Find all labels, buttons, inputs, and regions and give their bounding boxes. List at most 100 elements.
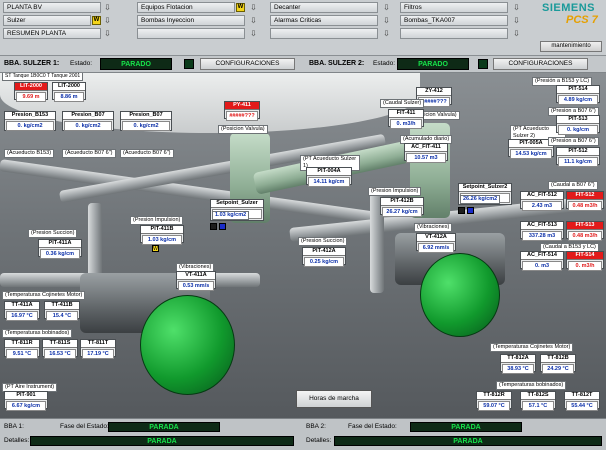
tag-tt812s[interactable]: TT-812S 57.1 °C bbox=[520, 391, 556, 411]
label-presion-succion-2: (Presion Succion) bbox=[298, 237, 348, 246]
bba2-config-button[interactable]: CONFIGURACIONES bbox=[493, 58, 588, 70]
tag-tt812t[interactable]: TT-812T 55.44 °C bbox=[564, 391, 600, 411]
tag-fit514[interactable]: FIT-514 0. m3/h bbox=[566, 251, 604, 271]
tag-tt411a[interactable]: TT-411A 16.97 °C bbox=[4, 301, 40, 321]
label-presion-impulsion-2: (Presion Impulsion) bbox=[368, 187, 422, 196]
nav-bombas-tka007[interactable]: Bombas_TKA007 bbox=[400, 15, 508, 26]
label-presion-succion-1: (Presion Succion) bbox=[28, 229, 78, 238]
arrow-down-icon[interactable]: ⇩ bbox=[512, 3, 521, 12]
tag-pit412b[interactable]: PIT-412B 26.27 kg/cm bbox=[380, 197, 424, 217]
arrow-down-icon[interactable]: ⇩ bbox=[249, 16, 258, 25]
arrow-down-icon[interactable]: ⇩ bbox=[382, 29, 391, 38]
label-acueducto-b153: (Acueducto B153) bbox=[4, 149, 55, 158]
label-temp-bobinados-1: (Temperaturas bobinados) bbox=[2, 329, 73, 338]
tag-pit411b[interactable]: PIT-411B 1.03 kg/cm bbox=[140, 225, 184, 245]
tag-pit514[interactable]: PIT-514 4.89 kg/cm bbox=[556, 85, 600, 105]
tag-acfit514[interactable]: AC_FIT-514 0. m3 bbox=[520, 251, 564, 271]
tag-vt412a[interactable]: VT-412A 6.92 mm/s bbox=[416, 233, 456, 253]
tag-presion-b07b[interactable]: Presion_B07 0. kg/cm2 bbox=[120, 111, 172, 131]
mode-m-icon[interactable] bbox=[210, 223, 217, 230]
tag-py411[interactable]: PY-411 #####??? bbox=[224, 101, 260, 121]
nav-resumen-planta[interactable]: RESUMEN PLANTA bbox=[3, 28, 101, 39]
arrow-down-icon[interactable]: ⇩ bbox=[382, 3, 391, 12]
warning-icon: W bbox=[92, 16, 101, 25]
tag-presion-b07[interactable]: Presion_B07 0. kg/cm2 bbox=[62, 111, 114, 131]
label-temp-cojinetes-2: (Temperaturas Cojinetes Motor) bbox=[490, 343, 574, 352]
nav-sulzer[interactable]: Sulzer bbox=[3, 15, 91, 26]
label-vibraciones-2: (Vibraciones) bbox=[414, 223, 453, 232]
setpoint1-pressure: 1.03 kg/cm2 bbox=[212, 211, 250, 220]
bba1-bottom-label: BBA 1: bbox=[4, 423, 24, 430]
arrow-down-icon[interactable]: ⇩ bbox=[103, 16, 112, 25]
tag-lit2000[interactable]: LIT-2000 9.69 m bbox=[14, 82, 48, 102]
nav-bombas-inyeccion[interactable]: Bombas Inyeccion bbox=[137, 15, 245, 26]
tag-acfit513[interactable]: AC_FIT-513 337.28 m3 bbox=[520, 221, 564, 241]
label-presion-impulsion-1: (Presion Impulsion) bbox=[130, 216, 184, 225]
bba1-config-button[interactable]: CONFIGURACIONES bbox=[200, 58, 295, 70]
setpoint2-pressure: 26.26 kg/cm2 bbox=[460, 195, 501, 204]
tag-acfit411[interactable]: AC_FIT-411 10.57 m3 bbox=[404, 143, 448, 163]
tag-tt411b[interactable]: TT-411B 15.4 °C bbox=[44, 301, 80, 321]
tag-tt811r[interactable]: TT-811R 9.51 °C bbox=[4, 339, 40, 359]
bba1-estado-value: PARADO bbox=[100, 58, 172, 70]
bba1-title: BBA. SULZER 1: bbox=[4, 60, 60, 67]
nav-empty-4[interactable] bbox=[400, 28, 508, 39]
pump1-motor[interactable] bbox=[140, 295, 235, 395]
nav-empty-2[interactable] bbox=[137, 28, 245, 39]
top-navigation: PLANTA BV Sulzer W RESUMEN PLANTA ⇩ ⇩ ⇩ … bbox=[0, 0, 606, 56]
arrow-down-icon[interactable]: ⇩ bbox=[103, 3, 112, 12]
bba1-estado-label: Estado: bbox=[70, 60, 93, 67]
bba2-detalles-label: Detalles: bbox=[306, 437, 332, 444]
tag-acfit512[interactable]: AC_FIT-512 2.43 m3 bbox=[520, 191, 564, 211]
tag-tt811t[interactable]: TT-811T 17.19 °C bbox=[80, 339, 116, 359]
label-acueducto-b07b: (Acueducto B07 6") bbox=[120, 149, 174, 158]
tag-pit901[interactable]: PIT-901 6.67 kg/cm bbox=[4, 391, 48, 411]
mode-e-icon[interactable] bbox=[219, 223, 226, 230]
label-caudal-b07: (Caudal a B07 6") bbox=[548, 181, 598, 190]
mode-m-icon[interactable] bbox=[458, 207, 465, 214]
tag-fit512[interactable]: FIT-512 0.48 m3/h bbox=[566, 191, 604, 211]
tag-tt812a[interactable]: TT-812A 38.93 °C bbox=[500, 354, 536, 374]
bba2-title: BBA. SULZER 2: bbox=[309, 60, 365, 67]
bba2-fase-label: Fase del Estado: bbox=[348, 423, 397, 430]
tag-fit513[interactable]: FIT-513 0.48 m3/h bbox=[566, 221, 604, 241]
arrow-down-icon[interactable]: ⇩ bbox=[512, 16, 521, 25]
nav-alarmas-criticas[interactable]: Alarmas Criticas bbox=[270, 15, 378, 26]
bba1-fase-label: Fase del Estado: bbox=[60, 423, 109, 430]
tag-tt812b[interactable]: TT-812B 24.29 °C bbox=[540, 354, 576, 374]
arrow-down-icon[interactable]: ⇩ bbox=[103, 29, 112, 38]
tag-lit2000b[interactable]: LIT-2000 8.86 m bbox=[52, 82, 86, 102]
arrow-down-icon[interactable]: ⇩ bbox=[249, 29, 258, 38]
nav-empty-3[interactable] bbox=[270, 28, 378, 39]
arrow-down-icon[interactable]: ⇩ bbox=[512, 29, 521, 38]
arrow-down-icon[interactable]: ⇩ bbox=[382, 16, 391, 25]
pump2-motor[interactable] bbox=[420, 253, 500, 337]
label-temp-cojinetes-1: (Temperaturas Cojinetes Motor) bbox=[2, 291, 86, 300]
warning-icon: W bbox=[236, 3, 245, 12]
nav-planta-bv[interactable]: PLANTA BV bbox=[3, 2, 101, 13]
pump-status-strip: BBA. SULZER 1: Estado: PARADO CONFIGURAC… bbox=[0, 56, 606, 73]
horas-de-marcha-button[interactable]: Horas de marcha bbox=[296, 390, 372, 408]
process-graphic: ST Tanque 1B0C0 T Tanque 2001 LIT-2000 9.… bbox=[0, 73, 606, 418]
bba1-faceplate-icon[interactable] bbox=[184, 59, 194, 69]
mode-e-icon[interactable] bbox=[467, 207, 474, 214]
bba2-fase-value: PARADA bbox=[410, 422, 522, 432]
tag-tt812r[interactable]: TT-812R 59.07 °C bbox=[476, 391, 512, 411]
tag-tt811s[interactable]: TT-811S 16.53 °C bbox=[42, 339, 78, 359]
tag-fit411[interactable]: FIT-411 0. m3/h bbox=[388, 109, 424, 129]
tag-pit412a[interactable]: PIT-412A 0.25 kg/cm bbox=[302, 247, 346, 267]
nav-filtros[interactable]: Filtros bbox=[400, 2, 508, 13]
bba2-faceplate-icon[interactable] bbox=[478, 59, 488, 69]
tag-presion-b153[interactable]: Presion_B153 0. kg/cm2 bbox=[4, 111, 56, 131]
tag-pit004a[interactable]: PIT-004A 14.11 kg/cm bbox=[306, 167, 352, 187]
nav-equipos-flotacion[interactable]: Equipos Flotacion bbox=[137, 2, 235, 13]
maintenance-button[interactable]: mantenimiento bbox=[540, 41, 602, 52]
tag-pit512[interactable]: PIT-512 11.1 kg/cm bbox=[556, 147, 600, 167]
tag-pit411a[interactable]: PIT-411A 0.36 kg/cm bbox=[38, 239, 82, 259]
bba2-bottom-label: BBA 2: bbox=[306, 423, 326, 430]
tag-vt411a[interactable]: VT-411A 0.53 mm/s bbox=[176, 271, 216, 291]
tag-pit513[interactable]: PIT-513 0. kg/cm bbox=[556, 115, 600, 135]
bba1-detalles-value: PARADA bbox=[30, 436, 294, 446]
arrow-down-icon[interactable]: ⇩ bbox=[249, 3, 258, 12]
nav-decanter[interactable]: Decanter bbox=[270, 2, 378, 13]
